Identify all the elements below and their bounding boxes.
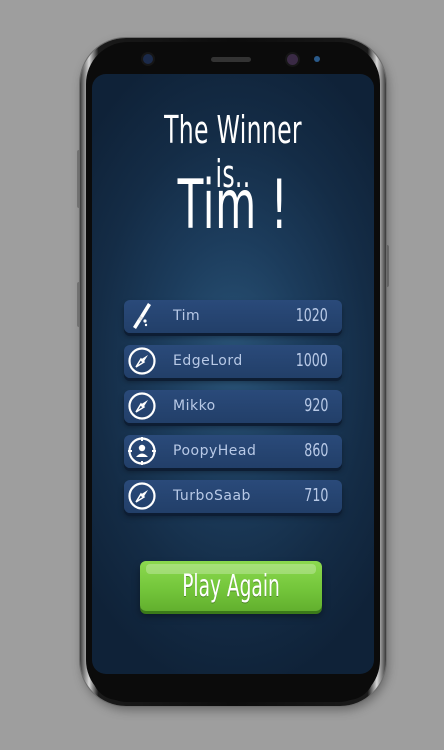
leaderboard-row: Tim 1020 xyxy=(124,300,342,333)
leaderboard: Tim 1020 EdgeLord 1000 Mikko 920 PoopyHe… xyxy=(124,300,342,525)
iris-scanner-icon xyxy=(287,54,298,65)
player-name: EdgeLord xyxy=(173,353,243,369)
player-score: 1000 xyxy=(295,350,328,371)
leaderboard-row: EdgeLord 1000 xyxy=(124,345,342,378)
compass-icon xyxy=(127,346,157,376)
player-score: 710 xyxy=(303,485,328,506)
leaderboard-row: TurboSaab 710 xyxy=(124,480,342,513)
player-name: TurboSaab xyxy=(173,488,251,504)
sensor-icon xyxy=(314,56,320,62)
player-score: 860 xyxy=(303,440,328,461)
bottom-bezel xyxy=(92,674,374,700)
compass-icon xyxy=(127,391,157,421)
stage: The Winner is.. Tim ! Tim 1020 EdgeLord … xyxy=(0,0,444,750)
game-screen: The Winner is.. Tim ! Tim 1020 EdgeLord … xyxy=(92,74,374,674)
person-target-icon xyxy=(127,436,157,466)
leaderboard-row: PoopyHead 860 xyxy=(124,435,342,468)
player-name: PoopyHead xyxy=(173,443,257,459)
leaderboard-row: Mikko 920 xyxy=(124,390,342,423)
player-name: Tim xyxy=(173,308,201,324)
winner-name: Tim ! xyxy=(177,166,289,245)
player-score: 920 xyxy=(303,395,328,416)
player-score: 1020 xyxy=(295,305,328,326)
play-again-label: Play Again xyxy=(182,569,280,604)
compass-icon xyxy=(127,481,157,511)
earpiece-speaker xyxy=(211,57,251,62)
play-again-button[interactable]: Play Again xyxy=(140,561,322,611)
player-name: Mikko xyxy=(173,398,216,414)
front-camera-icon xyxy=(143,54,153,64)
knife-icon xyxy=(127,301,157,331)
